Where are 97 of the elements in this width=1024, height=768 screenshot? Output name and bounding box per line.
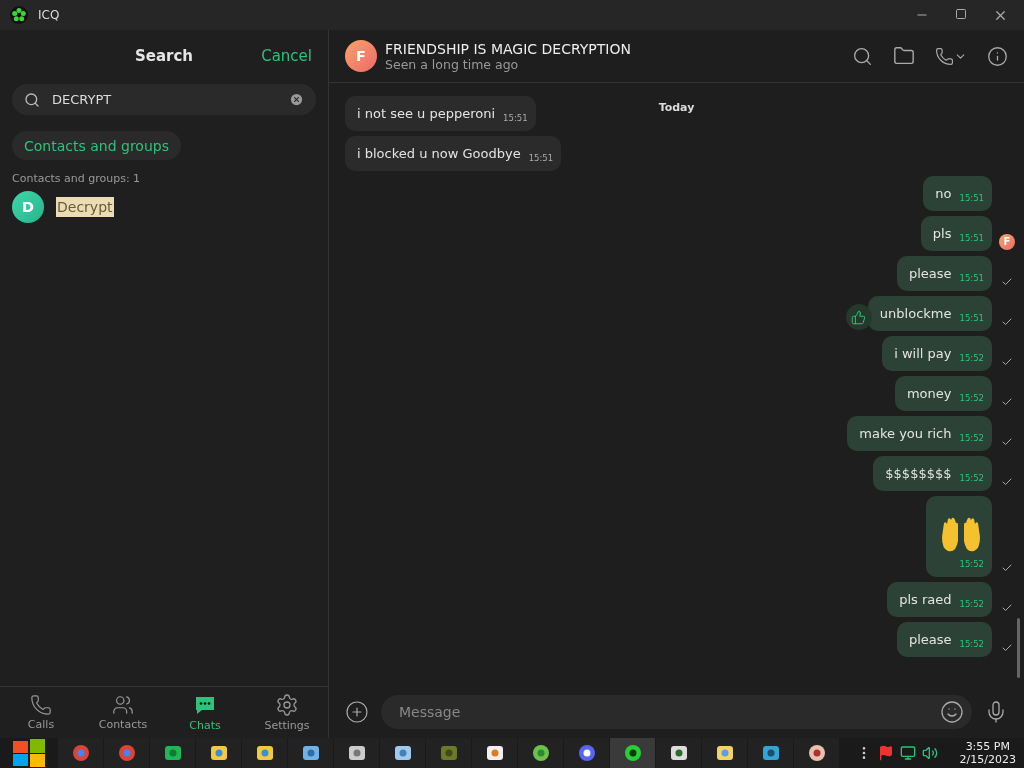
message-time: 15:51 [959,233,984,243]
chat-avatar: F [345,40,377,72]
app-icon [669,744,688,762]
window-title: ICQ [38,8,60,22]
message-time: 15:51 [959,193,984,203]
flag-icon[interactable] [877,745,894,761]
taskbar-app[interactable] [196,738,241,768]
taskbar-app[interactable] [334,738,379,768]
people-icon [112,694,134,716]
app-icon [393,744,412,762]
nav-tab[interactable]: Settings [246,687,328,738]
message-time: 15:52 [959,599,984,609]
scrollbar-thumb[interactable] [1017,618,1020,678]
folder-icon[interactable] [893,45,915,67]
nav-tab[interactable]: Chats [164,687,246,738]
message-text: i blocked u now Goodbye [357,145,521,163]
message-text: unblockme [879,305,952,323]
app-icon [623,744,642,762]
message-text: money [906,385,952,403]
clear-icon[interactable] [289,92,304,107]
app-icon [255,744,274,762]
filter-chip[interactable]: Contacts and groups [12,131,181,160]
gear-icon [275,693,299,717]
panel-title: Search [134,47,194,65]
app-icon [71,744,90,762]
app-icon [485,744,504,762]
search-field[interactable]: DECRYPT [12,84,316,115]
chat-status: Seen a long time ago [385,56,520,72]
message-time: 15:52 [959,393,984,403]
app-icon [439,744,458,762]
message-time: 15:52 [959,639,984,649]
info-icon[interactable] [987,45,1008,67]
message-text: pls [932,225,952,243]
taskbar-app[interactable] [288,738,333,768]
taskbar-app[interactable] [150,738,195,768]
message-text: no [935,185,952,203]
windows-logo-icon [13,739,45,767]
taskbar-app[interactable] [610,738,655,768]
flower-logo-icon [10,6,28,24]
message-text: make you rich [859,425,952,443]
taskbar-app[interactable] [656,738,701,768]
app-icon [531,744,550,762]
app-icon [577,744,596,762]
taskbar-app[interactable] [518,738,563,768]
phone-icon [935,46,954,66]
message-time: 15:51 [959,313,984,323]
app-icon [163,744,182,762]
seen-avatar: F [999,234,1015,250]
taskbar-app[interactable] [748,738,793,768]
app-icon [301,744,320,762]
app-icon [209,744,228,762]
search-icon [24,91,40,108]
message-text: please [908,265,952,283]
clock[interactable]: 3:55 PM 2/15/2023 [959,740,1016,766]
add-icon[interactable] [345,700,369,724]
contact-avatar: D [12,191,44,223]
app-icon [117,744,136,762]
speaker-icon[interactable] [921,745,938,761]
taskbar-app[interactable] [242,738,287,768]
phone-icon [30,694,52,716]
nav-tab[interactable]: Calls [0,687,82,738]
message-text: i not see u pepperoni [357,105,496,123]
chat-title: FRIENDSHIP IS MAGIC DECRYPTION [385,40,631,57]
message-input[interactable]: Message [397,703,940,721]
message-field[interactable]: Message [381,695,972,729]
call-button[interactable] [935,46,967,66]
like-button[interactable] [845,304,872,330]
app-icon [715,744,734,762]
message-time: 15:52 [959,433,984,443]
message-time: 15:51 [959,273,984,283]
emoji-icon[interactable] [940,700,964,724]
message-text: pls raed [899,591,952,609]
message-text: $$$$$$$$ [885,465,952,483]
taskbar-app[interactable] [702,738,747,768]
message-time: 15:52 [959,559,984,569]
taskbar-app[interactable] [380,738,425,768]
message-text: i will pay [894,345,952,363]
taskbar-app[interactable] [472,738,517,768]
search-input[interactable]: DECRYPT [50,91,279,108]
search-icon[interactable] [852,45,873,67]
cancel-link[interactable]: Cancel [261,47,312,65]
message-time: 15:52 [959,353,984,363]
message-text: please [908,631,952,649]
app-icon [347,744,366,762]
nav-tab[interactable]: Contacts [82,687,164,738]
restore-icon[interactable] [955,7,967,20]
message-time: 15:51 [503,113,528,123]
contact-name[interactable]: Decrypt [56,197,114,217]
taskbar-app[interactable] [794,738,839,768]
monitor-icon[interactable] [899,745,916,761]
thumbs-up-icon [851,309,867,325]
results-count: Contacts and groups: 1 [12,172,142,185]
app-icon [761,744,780,762]
message-time: 15:52 [959,473,984,483]
app-icon [807,744,826,762]
message-time: 15:51 [528,153,554,163]
taskbar-app[interactable] [564,738,609,768]
